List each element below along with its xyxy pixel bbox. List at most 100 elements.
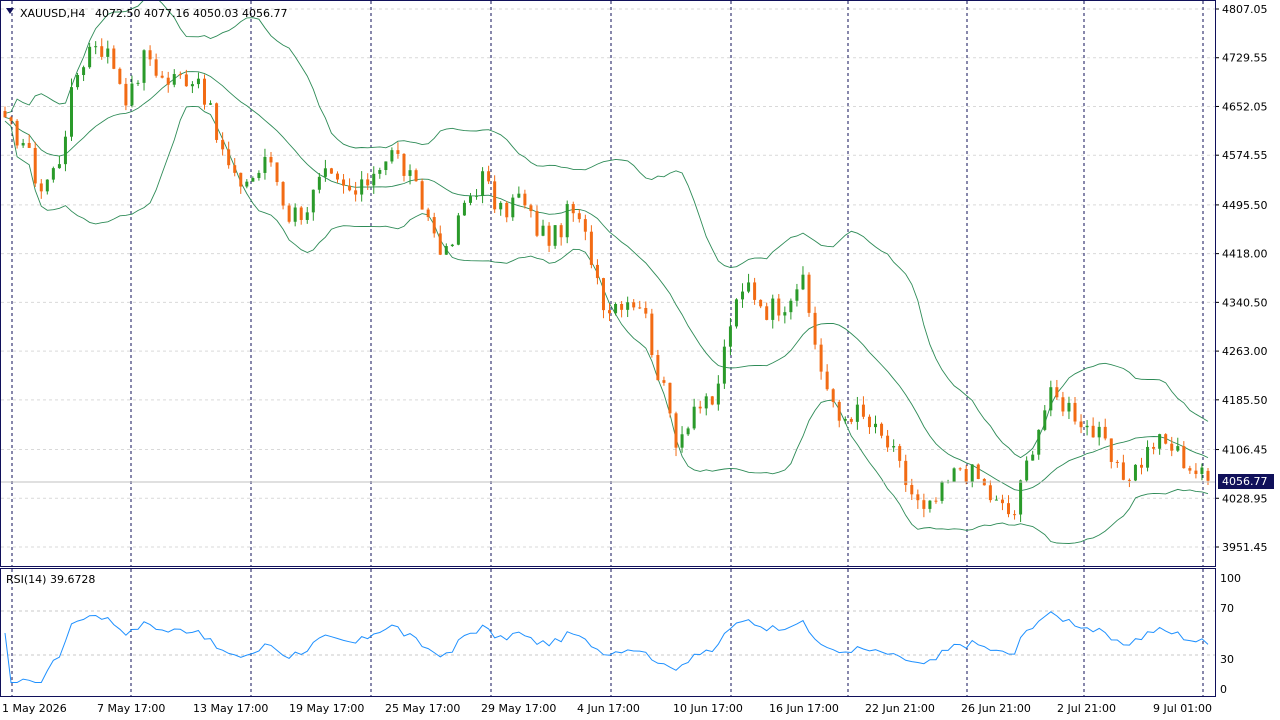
candle-body [329, 168, 333, 174]
candle-body [614, 303, 618, 314]
candle-body [1127, 479, 1131, 481]
candle-body [704, 396, 708, 409]
candle-body [348, 185, 352, 191]
time-label: 9 Jul 01:00 [1153, 702, 1212, 715]
candle-body [438, 233, 442, 255]
candle-body [1158, 434, 1162, 449]
candle-body [269, 156, 273, 163]
candle-body [638, 307, 642, 309]
candle-body [892, 446, 896, 448]
candle-body [402, 153, 406, 176]
candle-body [432, 217, 436, 234]
candle-body [172, 74, 176, 85]
time-label: 7 May 17:00 [97, 702, 165, 715]
candle-body [608, 310, 612, 314]
candle-body [414, 170, 418, 182]
candle-body [1067, 402, 1071, 412]
price-tick-label: 4418.00 [1222, 248, 1268, 261]
candle-body [21, 142, 25, 146]
candle-body [487, 171, 491, 182]
candle-body [674, 413, 678, 448]
price-tick-label: 4340.50 [1222, 296, 1268, 309]
candle-body [1031, 454, 1035, 461]
candle-body [426, 209, 430, 218]
candle-body [747, 282, 751, 292]
candle-body [317, 176, 321, 190]
candle-body [420, 181, 424, 210]
candle-body [898, 446, 902, 461]
candle-body [82, 67, 86, 76]
candle-body [311, 189, 315, 213]
candle-body [475, 195, 479, 197]
candle-body [789, 300, 793, 313]
candle-body [1109, 438, 1113, 462]
candle-body [759, 299, 763, 307]
candle-body [148, 50, 152, 60]
candle-body [94, 46, 98, 48]
candle-body [251, 178, 255, 182]
rsi-label: RSI(14) 39.6728 [6, 573, 95, 586]
candle-body [1043, 410, 1047, 430]
candle-body [565, 204, 569, 238]
candle-body [1079, 421, 1083, 428]
rsi-level-100: 100 [1220, 572, 1241, 585]
candle-body [535, 211, 539, 236]
candle-body [202, 78, 206, 105]
candle-body [1133, 464, 1137, 481]
candle-body [1115, 461, 1119, 463]
candle-body [1164, 434, 1168, 444]
candle-body [305, 212, 309, 220]
candle-body [9, 117, 13, 121]
candle-body [958, 468, 962, 470]
candle-body [855, 404, 859, 422]
candle-body [952, 468, 956, 482]
candle-body [106, 48, 110, 57]
candle-body [880, 423, 884, 436]
candle-body [239, 172, 243, 187]
candle-body [559, 225, 563, 238]
candle-body [1073, 402, 1077, 422]
price-tick-label: 4729.55 [1222, 52, 1268, 65]
candle-body [620, 303, 624, 310]
candle-body [468, 196, 472, 203]
candle-body [354, 190, 358, 195]
candle-body [1182, 446, 1186, 469]
candle-body [456, 215, 460, 245]
candle-body [378, 170, 382, 174]
candle-body [529, 205, 533, 212]
candle-body [541, 225, 545, 236]
candle-body [728, 326, 732, 347]
rsi-level-30: 30 [1220, 653, 1234, 666]
price-tick-label: 3951.45 [1222, 541, 1268, 554]
candle-body [360, 179, 364, 195]
candle-body [1103, 426, 1107, 439]
candle-body [342, 179, 346, 186]
price-tick-label: 4495.50 [1222, 199, 1268, 212]
time-label: 16 Jun 17:00 [769, 702, 839, 715]
time-label: 4 Jun 17:00 [577, 702, 640, 715]
candle-body [1121, 462, 1125, 480]
candle-body [680, 434, 684, 448]
candle-body [668, 382, 672, 414]
candle-body [323, 168, 327, 177]
candle-body [964, 469, 968, 482]
candle-body [154, 59, 158, 76]
candle-body [662, 380, 666, 383]
candle-body [27, 142, 31, 148]
candle-body [88, 46, 92, 68]
candle-body [904, 460, 908, 486]
candle-body [124, 83, 128, 106]
candle-body [178, 74, 182, 76]
candle-body [1025, 460, 1029, 481]
candle-body [196, 78, 200, 85]
candle-body [390, 150, 394, 162]
candle-body [934, 500, 938, 502]
candle-body [1049, 387, 1053, 411]
candle-body [450, 244, 454, 247]
candle-body [801, 274, 805, 290]
candle-body [366, 179, 370, 186]
candle-body [831, 389, 835, 402]
candle-body [1061, 397, 1065, 412]
chart-canvas: 4807.05 4729.55 4652.05 4574.55 4495.50 4418.… [0, 0, 1280, 720]
candle-body [396, 150, 400, 154]
